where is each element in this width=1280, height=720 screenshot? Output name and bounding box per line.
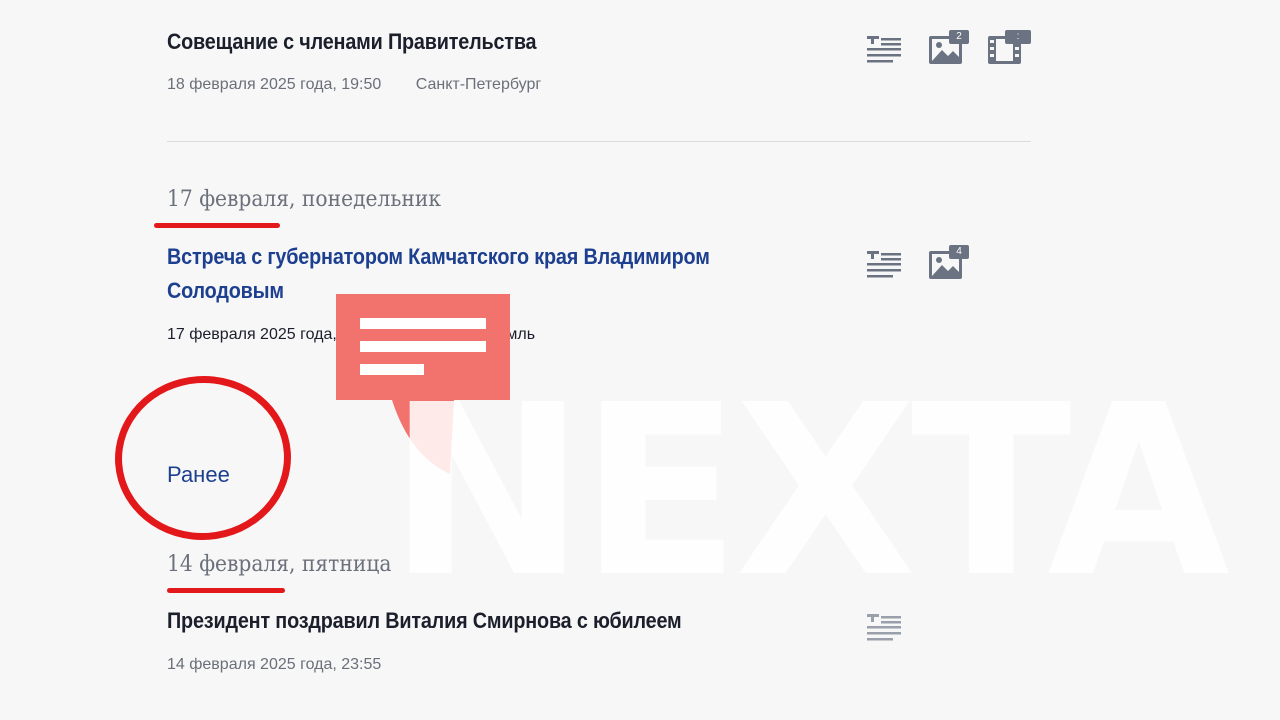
photo-count-badge: 4 <box>949 245 969 259</box>
photo-gallery-icon[interactable]: 4 <box>929 245 973 281</box>
entry-title[interactable]: Президент поздравил Виталия Смирнова с ю… <box>167 604 682 638</box>
divider <box>167 141 1031 142</box>
video-badge: : <box>1005 30 1031 44</box>
date-header-day: 17 февраля <box>167 187 290 212</box>
text-transcript-icon[interactable] <box>867 251 901 281</box>
earlier-link[interactable]: Ранее <box>167 462 230 488</box>
date-header-weekday: , понедельник <box>289 187 442 212</box>
text-transcript-icon[interactable] <box>867 614 901 644</box>
red-underline <box>154 223 280 228</box>
red-circle-highlight <box>109 370 297 546</box>
entry-date: 18 февраля 2025 года, 19:50 <box>167 76 382 93</box>
date-header-weekday: , пятница <box>289 552 392 577</box>
entry-meta: 14 февраля 2025 года, 23:55 <box>167 656 381 674</box>
red-underline <box>167 588 285 593</box>
entry-meta: 18 февраля 2025 года, 19:50 Санкт-Петерб… <box>167 76 541 94</box>
date-header: 17 февраля, понедельник <box>167 187 441 212</box>
entry-place: Санкт-Петербург <box>415 76 542 93</box>
entry-title[interactable]: Совещание с членами Правительства <box>167 25 537 59</box>
date-header-day: 14 февраля <box>167 552 290 577</box>
video-icon[interactable]: : <box>988 30 1032 66</box>
entry-date: 14 февраля 2025 года, 23:55 <box>167 656 382 673</box>
entry-title-line: Встреча с губернатором Камчатского края … <box>167 244 710 269</box>
photo-gallery-icon[interactable]: 2 <box>929 30 973 66</box>
watermark-text: NEXTA <box>388 354 1230 629</box>
text-transcript-icon[interactable] <box>867 36 901 66</box>
date-header: 14 февраля, пятница <box>167 552 391 577</box>
photo-count-badge: 2 <box>949 30 969 44</box>
